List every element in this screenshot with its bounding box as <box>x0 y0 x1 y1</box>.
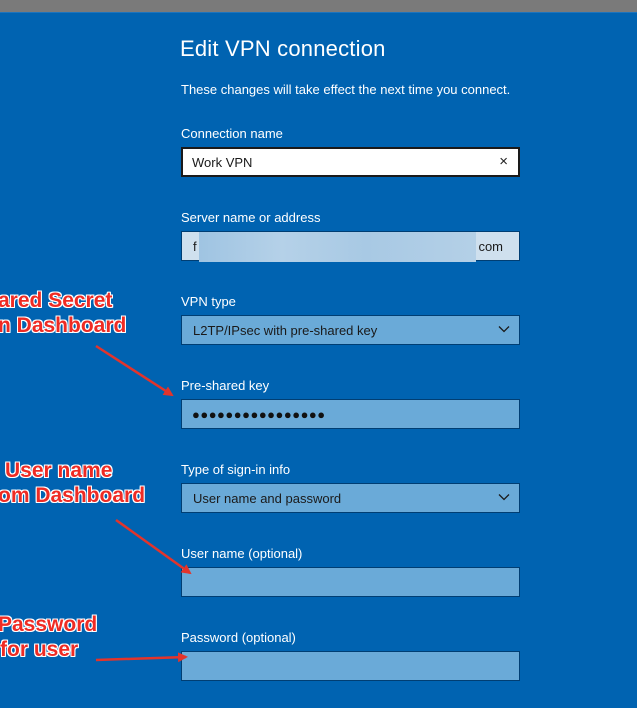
arrow-to-preshared-key <box>95 344 174 397</box>
annotation-arrows <box>95 344 192 663</box>
arrow-to-username <box>115 518 192 575</box>
arrow-to-password <box>95 652 188 663</box>
